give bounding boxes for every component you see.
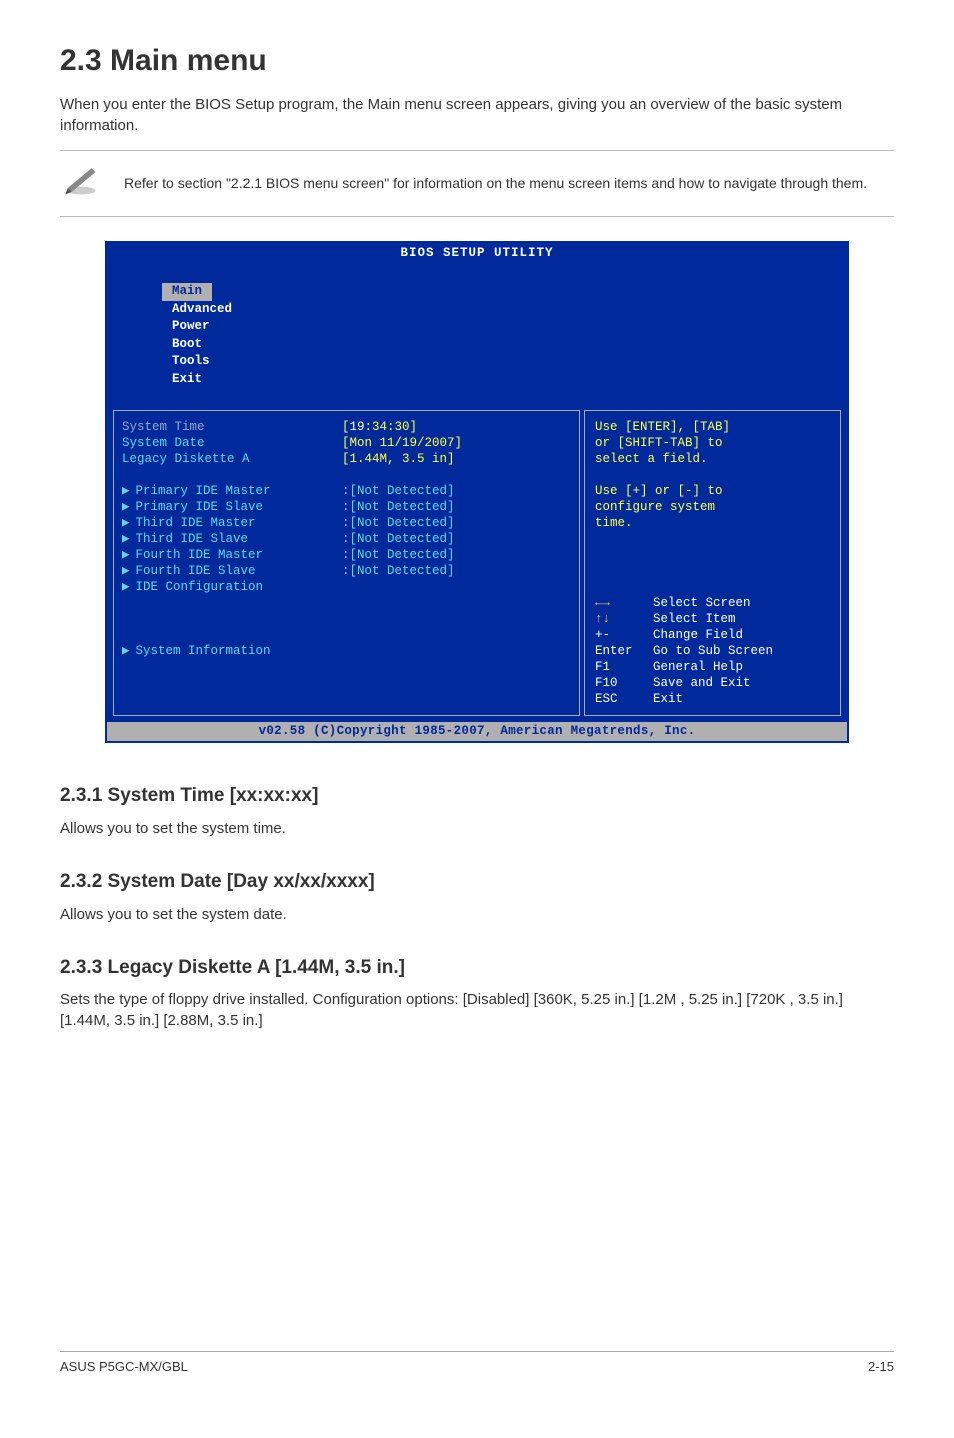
intro-paragraph: When you enter the BIOS Setup program, t… — [60, 94, 894, 136]
help-key-row: ESCExit — [595, 691, 830, 707]
value-fourth-ide-slave: :[Not Detected] — [342, 563, 571, 579]
help-key-row: F1General Help — [595, 659, 830, 675]
bios-window: BIOS SETUP UTILITY Main Advanced Power B… — [105, 241, 849, 743]
help-exit: Exit — [653, 691, 683, 707]
subsection-body-2-3-1: Allows you to set the system time. — [60, 818, 894, 839]
bios-header: BIOS SETUP UTILITY Main Advanced Power B… — [107, 243, 847, 407]
subsection-body-2-3-2: Allows you to set the system date. — [60, 904, 894, 925]
label-primary-ide-slave: Primary IDE Slave — [136, 500, 264, 514]
subsection-heading-2-3-3: 2.3.3 Legacy Diskette A [1.44M, 3.5 in.] — [60, 955, 894, 982]
label-fourth-ide-slave: Fourth IDE Slave — [136, 564, 256, 578]
arrows-ud-icon: ↑↓ — [595, 612, 610, 626]
triangle-icon: ▶ — [122, 644, 130, 658]
footer-left: ASUS P5GC-MX/GBL — [60, 1358, 188, 1376]
time-rest: :34:30] — [365, 420, 418, 434]
row-third-ide-slave[interactable]: ▶ Third IDE Slave :[Not Detected] — [122, 531, 571, 547]
bios-right-pane: Use [ENTER], [TAB] or [SHIFT-TAB] to sel… — [584, 410, 841, 716]
bios-window-title: BIOS SETUP UTILITY — [107, 243, 847, 265]
help-line-5: configure system — [595, 499, 715, 515]
help-key-row: ↑↓ Select Item — [595, 611, 830, 627]
value-system-time: [19:34:30] — [342, 419, 571, 435]
help-key-row: ←→ Select Screen — [595, 595, 830, 611]
help-select-screen: Select Screen — [653, 595, 751, 611]
note-callout: Refer to section "2.2.1 BIOS menu screen… — [60, 150, 894, 217]
triangle-icon: ▶ — [122, 532, 130, 546]
triangle-icon: ▶ — [122, 564, 130, 578]
help-general-help: General Help — [653, 659, 743, 675]
help-key-row: F10Save and Exit — [595, 675, 830, 691]
help-line-3: select a field. — [595, 451, 708, 467]
subsection-body-2-3-3: Sets the type of floppy drive installed.… — [60, 989, 894, 1031]
label-fourth-ide-master: Fourth IDE Master — [136, 548, 264, 562]
label-primary-ide-master: Primary IDE Master — [136, 484, 271, 498]
triangle-icon: ▶ — [122, 484, 130, 498]
subsection-heading-2-3-1: 2.3.1 System Time [xx:xx:xx] — [60, 783, 894, 810]
key-plusminus: +- — [595, 627, 653, 643]
row-fourth-ide-slave[interactable]: ▶ Fourth IDE Slave :[Not Detected] — [122, 563, 571, 579]
value-legacy-diskette: [1.44M, 3.5 in] — [342, 451, 571, 467]
tab-main[interactable]: Main — [162, 283, 212, 301]
row-system-information[interactable]: ▶ System Information — [122, 643, 571, 659]
row-system-date[interactable]: System Date [Mon 11/19/2007] — [122, 435, 571, 451]
help-sub-screen: Go to Sub Screen — [653, 643, 773, 659]
help-save-exit: Save and Exit — [653, 675, 751, 691]
label-system-information: System Information — [136, 644, 271, 658]
label-third-ide-slave: Third IDE Slave — [136, 532, 249, 546]
label-system-date: System Date — [122, 435, 342, 451]
page-footer: ASUS P5GC-MX/GBL 2-15 — [60, 1351, 894, 1376]
tab-advanced[interactable]: Advanced — [162, 301, 242, 319]
label-third-ide-master: Third IDE Master — [136, 516, 256, 530]
tab-power[interactable]: Power — [162, 318, 220, 336]
tab-boot[interactable]: Boot — [162, 336, 212, 354]
row-system-time[interactable]: System Time [19:34:30] — [122, 419, 571, 435]
value-third-ide-slave: :[Not Detected] — [342, 531, 571, 547]
time-hour-selected[interactable]: 19 — [350, 420, 365, 434]
label-legacy-diskette: Legacy Diskette A — [122, 451, 342, 467]
bios-tabs: Main Advanced Power Boot Tools Exit — [107, 265, 847, 407]
triangle-icon: ▶ — [122, 548, 130, 562]
row-primary-ide-slave[interactable]: ▶ Primary IDE Slave :[Not Detected] — [122, 499, 571, 515]
help-key-row: EnterGo to Sub Screen — [595, 643, 830, 659]
tab-tools[interactable]: Tools — [162, 353, 220, 371]
bios-body: System Time [19:34:30] System Date [Mon … — [107, 407, 847, 720]
arrows-lr-icon: ←→ — [595, 596, 610, 610]
help-line-6: time. — [595, 515, 633, 531]
help-change-field: Change Field — [653, 627, 743, 643]
bios-left-pane: System Time [19:34:30] System Date [Mon … — [113, 410, 580, 716]
value-fourth-ide-master: :[Not Detected] — [342, 547, 571, 563]
bracket-open: [ — [342, 420, 350, 434]
triangle-icon: ▶ — [122, 516, 130, 530]
triangle-icon: ▶ — [122, 580, 130, 594]
triangle-icon: ▶ — [122, 500, 130, 514]
key-f1: F1 — [595, 659, 653, 675]
key-esc: ESC — [595, 691, 653, 707]
pencil-icon — [60, 159, 102, 208]
value-primary-ide-master: :[Not Detected] — [342, 483, 571, 499]
row-legacy-diskette[interactable]: Legacy Diskette A [1.44M, 3.5 in] — [122, 451, 571, 467]
row-ide-configuration[interactable]: ▶ IDE Configuration — [122, 579, 571, 595]
row-third-ide-master[interactable]: ▶ Third IDE Master :[Not Detected] — [122, 515, 571, 531]
footer-right: 2-15 — [868, 1358, 894, 1376]
help-line-1: Use [ENTER], [TAB] — [595, 419, 730, 435]
note-text: Refer to section "2.2.1 BIOS menu screen… — [124, 174, 867, 194]
value-third-ide-master: :[Not Detected] — [342, 515, 571, 531]
help-key-row: +-Change Field — [595, 627, 830, 643]
label-ide-configuration: IDE Configuration — [136, 580, 264, 594]
help-select-item: Select Item — [653, 611, 736, 627]
row-fourth-ide-master[interactable]: ▶ Fourth IDE Master :[Not Detected] — [122, 547, 571, 563]
value-primary-ide-slave: :[Not Detected] — [342, 499, 571, 515]
key-enter: Enter — [595, 643, 653, 659]
help-line-4: Use [+] or [-] to — [595, 483, 723, 499]
row-primary-ide-master[interactable]: ▶ Primary IDE Master :[Not Detected] — [122, 483, 571, 499]
key-f10: F10 — [595, 675, 653, 691]
help-line-2: or [SHIFT-TAB] to — [595, 435, 723, 451]
value-system-date: [Mon 11/19/2007] — [342, 435, 571, 451]
section-title: 2.3 Main menu — [60, 40, 894, 82]
bios-footer: v02.58 (C)Copyright 1985-2007, American … — [107, 720, 847, 742]
subsection-heading-2-3-2: 2.3.2 System Date [Day xx/xx/xxxx] — [60, 869, 894, 896]
tab-exit[interactable]: Exit — [162, 371, 212, 389]
label-system-time: System Time — [122, 419, 342, 435]
